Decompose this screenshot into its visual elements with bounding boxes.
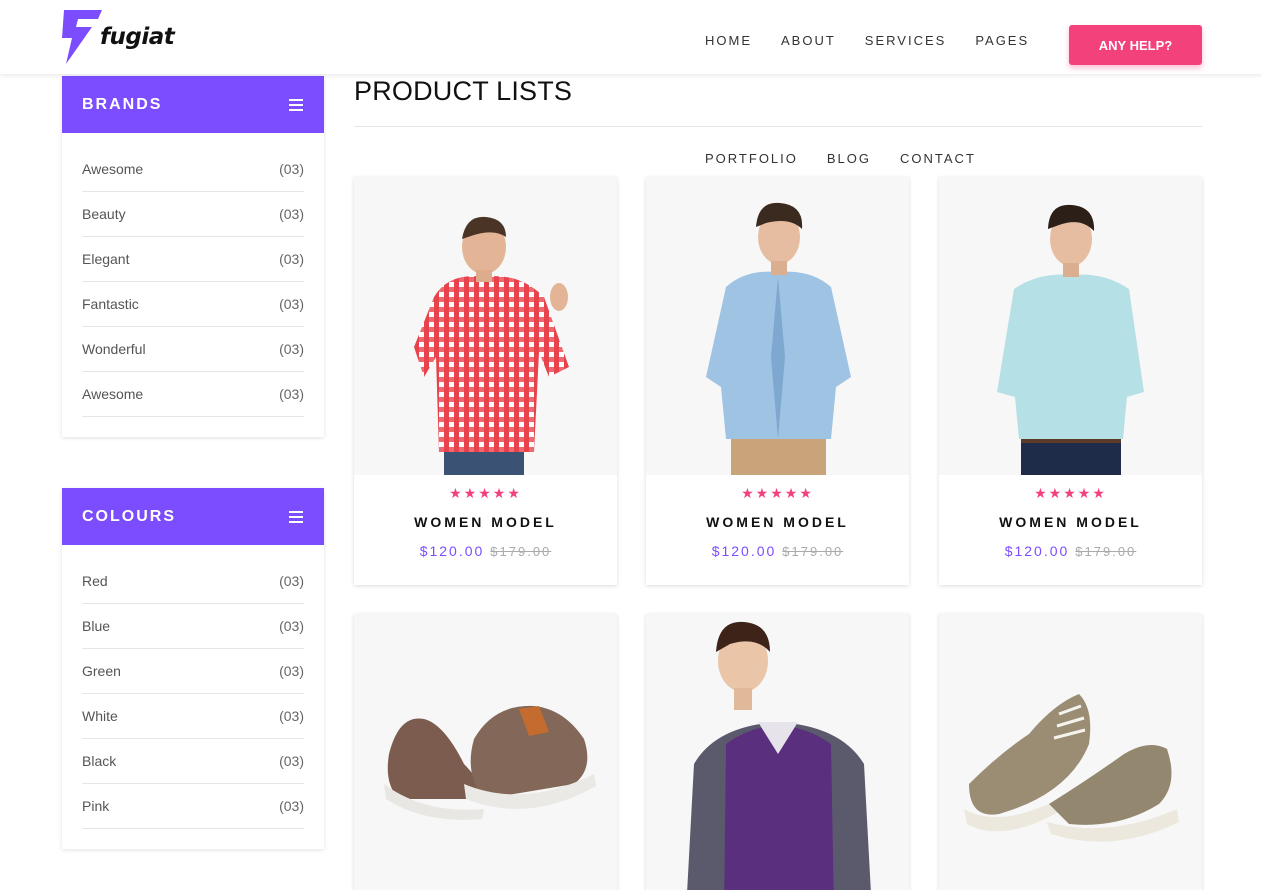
product-old-price: $179.00 <box>1075 544 1137 559</box>
lightning-logo-icon <box>62 10 102 64</box>
product-image[interactable] <box>354 614 617 890</box>
colour-label: Green <box>82 663 121 679</box>
filter-nav: PORTFOLIO BLOG CONTACT <box>705 151 1005 166</box>
brand-count: (03) <box>279 206 304 222</box>
colour-label: Blue <box>82 618 111 634</box>
brand-label: Beauty <box>82 206 126 222</box>
rating-stars-icon: ★★★★★ <box>449 485 522 501</box>
brand-label: Elegant <box>82 251 130 267</box>
brand-item[interactable]: Fantastic (03) <box>82 282 304 327</box>
page-title: PRODUCT LISTS <box>354 76 573 106</box>
colour-item[interactable]: Blue (03) <box>82 604 304 649</box>
product-image[interactable] <box>939 614 1202 890</box>
product-price: $120.00 <box>711 543 777 559</box>
brands-widget-header: BRANDS <box>62 76 324 133</box>
logo-link[interactable]: fugiat <box>62 10 175 64</box>
product-prices: $120.00 $179.00 <box>646 543 909 559</box>
colour-label: Pink <box>82 798 110 814</box>
colour-count: (03) <box>279 663 304 679</box>
product-prices: $120.00 $179.00 <box>939 543 1202 559</box>
brands-title: BRANDS <box>82 95 163 113</box>
khaki-sneakers-image <box>964 694 1179 842</box>
product-info: ★★★★★ WOMEN MODEL $120.00 $179.00 <box>354 475 617 585</box>
logo-text: fugiat <box>100 24 175 50</box>
nav-about[interactable]: ABOUT <box>781 33 836 48</box>
colour-label: White <box>82 708 118 724</box>
product-price: $120.00 <box>419 543 485 559</box>
product-image[interactable] <box>354 177 617 475</box>
brand-label: Wonderful <box>82 341 146 357</box>
colours-widget-header: COLOURS <box>62 488 324 545</box>
colour-count: (03) <box>279 753 304 769</box>
brand-item[interactable]: Beauty (03) <box>82 192 304 237</box>
product-card[interactable]: ★★★★★ WOMEN MODEL $120.00 $179.00 <box>646 177 909 585</box>
brand-count: (03) <box>279 251 304 267</box>
hamburger-menu-icon[interactable] <box>289 98 303 111</box>
colour-count: (03) <box>279 573 304 589</box>
rating-stars-icon: ★★★★★ <box>741 485 814 501</box>
man-denim-shirt-image <box>706 202 851 475</box>
brand-item[interactable]: Elegant (03) <box>82 237 304 282</box>
product-card[interactable] <box>354 614 617 890</box>
colour-label: Red <box>82 573 108 589</box>
colours-title: COLOURS <box>82 507 176 525</box>
filter-contact[interactable]: CONTACT <box>900 151 976 166</box>
hamburger-menu-icon[interactable] <box>289 510 303 523</box>
any-help-button[interactable]: ANY HELP? <box>1069 25 1202 65</box>
product-card[interactable]: ★★★★★ WOMEN MODEL $120.00 $179.00 <box>354 177 617 585</box>
colour-item[interactable]: White (03) <box>82 694 304 739</box>
nav-home[interactable]: HOME <box>705 33 752 48</box>
brand-item[interactable]: Wonderful (03) <box>82 327 304 372</box>
brand-item[interactable]: Awesome (03) <box>82 147 304 192</box>
brand-label: Fantastic <box>82 296 139 312</box>
product-price: $120.00 <box>1004 543 1070 559</box>
site-header: fugiat HOME ABOUT SERVICES PAGES ANY HEL… <box>0 0 1262 74</box>
product-prices: $120.00 $179.00 <box>354 543 617 559</box>
nav-pages[interactable]: PAGES <box>975 33 1029 48</box>
brand-count: (03) <box>279 296 304 312</box>
brands-widget: BRANDS Awesome (03) Beauty (03) Elegant (03… <box>62 76 324 437</box>
product-name[interactable]: WOMEN MODEL <box>646 514 909 530</box>
colour-item[interactable]: Pink (03) <box>82 784 304 829</box>
product-image[interactable] <box>646 614 909 890</box>
filter-blog[interactable]: BLOG <box>827 151 871 166</box>
brand-count: (03) <box>279 386 304 402</box>
product-card[interactable] <box>646 614 909 890</box>
man-light-blue-shirt-image <box>997 204 1144 475</box>
product-card[interactable] <box>939 614 1202 890</box>
colours-list: Red (03) Blue (03) Green (03) White (03) Bla… <box>62 545 324 849</box>
colour-count: (03) <box>279 798 304 814</box>
product-old-price: $179.00 <box>490 544 552 559</box>
product-info: ★★★★★ WOMEN MODEL $120.00 $179.00 <box>939 475 1202 585</box>
colours-widget: COLOURS Red (03) Blue (03) Green (03) White… <box>62 488 324 849</box>
colour-item[interactable]: Black (03) <box>82 739 304 784</box>
rating-stars-icon: ★★★★★ <box>1034 485 1107 501</box>
main-nav: HOME ABOUT SERVICES PAGES <box>705 33 1058 48</box>
product-info: ★★★★★ WOMEN MODEL $120.00 $179.00 <box>646 475 909 585</box>
man-red-checkered-shirt-image <box>414 216 569 475</box>
product-image[interactable] <box>939 177 1202 475</box>
brand-label: Awesome <box>82 161 144 177</box>
product-card[interactable]: ★★★★★ WOMEN MODEL $120.00 $179.00 <box>939 177 1202 585</box>
colour-label: Black <box>82 753 117 769</box>
brand-count: (03) <box>279 161 304 177</box>
product-old-price: $179.00 <box>782 544 844 559</box>
nav-services[interactable]: SERVICES <box>865 33 947 48</box>
product-image[interactable] <box>646 177 909 475</box>
colour-item[interactable]: Red (03) <box>82 559 304 604</box>
brands-list: Awesome (03) Beauty (03) Elegant (03) Fanta… <box>62 133 324 437</box>
product-name[interactable]: WOMEN MODEL <box>939 514 1202 530</box>
brand-count: (03) <box>279 341 304 357</box>
brand-item[interactable]: Awesome (03) <box>82 372 304 417</box>
title-divider <box>354 126 1202 127</box>
colour-count: (03) <box>279 708 304 724</box>
colour-count: (03) <box>279 618 304 634</box>
brown-sneakers-image <box>384 705 596 820</box>
colour-item[interactable]: Green (03) <box>82 649 304 694</box>
filter-portfolio[interactable]: PORTFOLIO <box>705 151 798 166</box>
man-purple-sweater-vest-image <box>687 621 871 890</box>
product-name[interactable]: WOMEN MODEL <box>354 514 617 530</box>
brand-label: Awesome <box>82 386 144 402</box>
